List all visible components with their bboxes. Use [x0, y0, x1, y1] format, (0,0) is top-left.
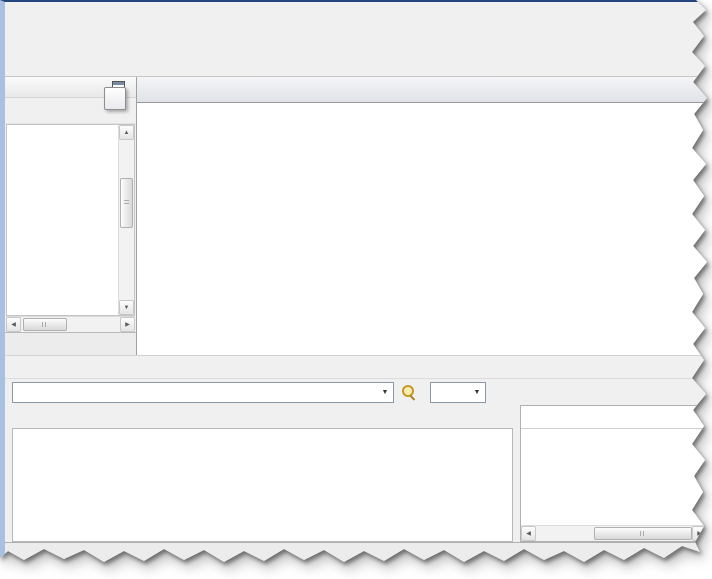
- editor-area: [137, 77, 707, 355]
- main-toolbar: [5, 24, 707, 50]
- code-editor[interactable]: [137, 103, 707, 355]
- scrollbar-thumb[interactable]: [23, 318, 67, 331]
- tree-vertical-scrollbar[interactable]: ▲ ▼: [118, 125, 134, 315]
- scroll-down-icon[interactable]: ▼: [119, 300, 134, 315]
- revision-table[interactable]: [12, 428, 513, 542]
- detail-horizontal-scrollbar[interactable]: ◀ ▶: [521, 525, 707, 541]
- svn-log-panel: ▼ ▼ ◀ ▶: [5, 359, 707, 542]
- revision-pane: [5, 405, 513, 542]
- svn-toolbar: [12, 405, 513, 428]
- search-icon[interactable]: [399, 384, 418, 401]
- detail-table-header: [521, 406, 707, 429]
- run-toolbar: [5, 50, 707, 76]
- scroll-up-icon[interactable]: ▲: [119, 125, 134, 140]
- main-area: ▲ ▼ ◀ ▶: [5, 76, 707, 355]
- projects-tree: [7, 125, 118, 315]
- screenshot-stage: ▲ ▼ ◀ ▶ ▼ ▼ ◀ ▶: [0, 0, 712, 579]
- menu-bar: [5, 2, 707, 24]
- scroll-right-icon[interactable]: ▶: [120, 317, 135, 332]
- changed-paths-pane: ◀ ▶: [520, 405, 707, 542]
- tree-horizontal-scrollbar[interactable]: ◀ ▶: [6, 316, 135, 332]
- scrollbar-thumb[interactable]: [120, 178, 133, 228]
- chevron-down-icon[interactable]: ▼: [469, 383, 485, 402]
- application-window: ▲ ▼ ◀ ▶ ▼ ▼ ◀ ▶: [0, 0, 707, 562]
- scroll-right-icon[interactable]: ▶: [692, 526, 707, 541]
- vertical-splitter[interactable]: [513, 405, 520, 542]
- panel-switch-tabs: [5, 332, 136, 355]
- projects-tree-wrap: ▲ ▼: [6, 124, 135, 316]
- chevron-down-icon[interactable]: ▼: [377, 383, 393, 402]
- projects-panel: ▲ ▼ ◀ ▶: [5, 77, 137, 355]
- svn-controls: ▼ ▼: [5, 379, 707, 405]
- repository-url-combo[interactable]: ▼: [12, 381, 394, 403]
- scroll-left-icon[interactable]: ◀: [521, 526, 536, 541]
- bottom-tab-bar: [5, 542, 707, 562]
- scrollbar-thumb[interactable]: [594, 527, 692, 540]
- svn-log-title: [5, 359, 707, 379]
- scroll-left-icon[interactable]: ◀: [6, 317, 21, 332]
- editor-tab-bar: [137, 77, 707, 103]
- tooltip: [104, 87, 126, 110]
- from-revision-combo[interactable]: ▼: [430, 381, 486, 403]
- svn-body: ◀ ▶: [5, 405, 707, 542]
